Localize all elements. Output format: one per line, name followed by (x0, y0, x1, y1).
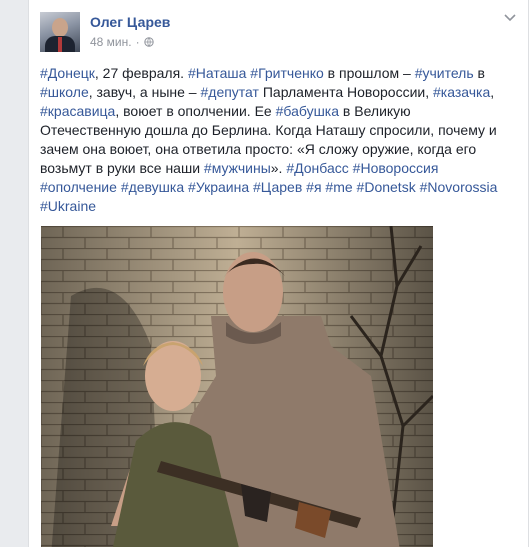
post-text-segment: , (490, 84, 495, 100)
hashtag-link[interactable]: #me (325, 179, 352, 195)
hashtag-link[interactable]: #Наташа (188, 65, 246, 81)
hashtag-link[interactable]: #Царев (253, 179, 302, 195)
hashtag-link[interactable]: #Гритченко (250, 65, 323, 81)
post-meta: 48 мин. · (90, 35, 154, 49)
hashtag-link[interactable]: #Донецк (40, 65, 95, 81)
hashtag-link[interactable]: #Donetsk (357, 179, 416, 195)
hashtag-link[interactable]: #девушка (121, 179, 184, 195)
post-text-segment: в (473, 65, 485, 81)
post-card: Олег Царев 48 мин. · #Донецк, 27 февраля… (28, 0, 529, 547)
hashtag-link[interactable]: #ополчение (40, 179, 117, 195)
hashtag-link[interactable]: #казачка (433, 84, 490, 100)
hashtag-link[interactable]: #депутат (200, 84, 258, 100)
hashtag-link[interactable]: #Novorossia (420, 179, 498, 195)
post-text-segment: , 27 февраля. (94, 65, 188, 81)
post-text-segment: в прошлом – (323, 65, 415, 81)
hashtag-link[interactable]: #Донбасс (286, 160, 348, 176)
chevron-down-icon[interactable] (504, 14, 516, 22)
hashtag-link[interactable]: #красавица (40, 103, 115, 119)
hashtag-link[interactable]: #Новороссия (353, 160, 439, 176)
post-header: Олег Царев 48 мин. · (29, 0, 528, 64)
avatar[interactable] (40, 12, 80, 52)
post-photo[interactable] (41, 226, 433, 547)
hashtag-link[interactable]: #бабушка (276, 103, 339, 119)
post-time[interactable]: 48 мин. (90, 35, 132, 49)
hashtag-link[interactable]: #мужчины (204, 160, 271, 176)
hashtag-link[interactable]: #учитель (415, 65, 474, 81)
photo-illustration (41, 226, 433, 547)
post-text: #Донецк, 27 февраля. #Наташа #Гритченко … (40, 64, 506, 216)
post-text-segment: , завуч, а ныне – (88, 84, 201, 100)
meta-separator: · (135, 35, 140, 49)
globe-icon[interactable] (143, 37, 154, 47)
post-text-segment: ». (270, 160, 287, 176)
post-text-segment: Парламента Новороссии, (258, 84, 433, 100)
hashtag-link[interactable]: #Украина (188, 179, 249, 195)
hashtag-link[interactable]: #школе (40, 84, 89, 100)
hashtag-link[interactable]: #я (306, 179, 321, 195)
author-name[interactable]: Олег Царев (90, 14, 170, 30)
hashtag-link[interactable]: #Ukraine (40, 198, 96, 214)
post-text-segment: , воюет в ополчении. Ее (115, 103, 276, 119)
